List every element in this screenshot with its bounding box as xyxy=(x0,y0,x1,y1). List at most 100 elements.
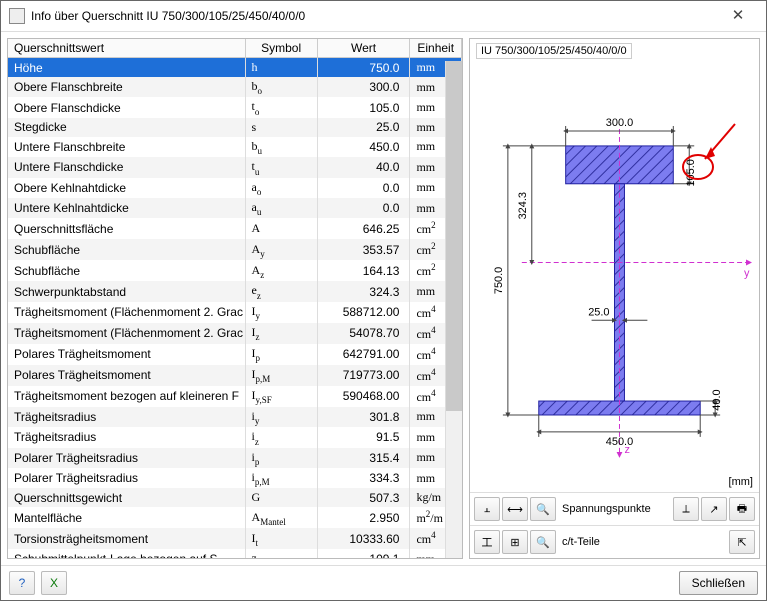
cell-value: 315.4 xyxy=(317,448,410,468)
cell-name: Trägheitsmoment (Flächenmoment 2. Grac xyxy=(8,302,245,323)
table-row[interactable]: QuerschnittsflächeA646.25cm2 xyxy=(8,218,462,239)
cell-name: Querschnittsgewicht xyxy=(8,488,245,507)
cell-name: Schubfläche xyxy=(8,260,245,281)
table-row[interactable]: SchubflächeAz164.13cm2 xyxy=(8,260,462,281)
cell-symbol: ip xyxy=(245,448,317,468)
table-row[interactable]: Trägheitsmoment bezogen auf kleineren FI… xyxy=(8,386,462,407)
cell-symbol: Ip xyxy=(245,344,317,365)
dim-bot-width: 450.0 xyxy=(606,436,633,448)
cell-value: 719773.00 xyxy=(317,365,410,386)
cell-name: Untere Kehlnahtdicke xyxy=(8,198,245,218)
close-icon[interactable]: ✕ xyxy=(718,1,758,31)
cell-name: Stegdicke xyxy=(8,118,245,137)
table-row[interactable]: Untere Kehlnahtdickeau0.0mm xyxy=(8,198,462,218)
table-row[interactable]: Polarer Trägheitsradiusip,M334.3mm xyxy=(8,468,462,488)
drawing-unit-label: [mm] xyxy=(729,476,753,488)
table-row[interactable]: Schwerpunktabstandez324.3mm xyxy=(8,281,462,301)
cell-value: 450.0 xyxy=(317,137,410,157)
scrollbar[interactable] xyxy=(445,61,462,558)
table-header-row: Querschnittswert Symbol Wert Einheit xyxy=(8,39,462,58)
cell-name: Polarer Trägheitsradius xyxy=(8,448,245,468)
cross-section-drawing: IU 750/300/105/25/450/40/0/0 [mm] xyxy=(470,39,759,492)
cell-value: 105.0 xyxy=(317,97,410,117)
table-row[interactable]: MantelflächeAMantel2.950m2/m xyxy=(8,507,462,528)
table-row[interactable]: Obere Kehlnahtdickeao0.0mm xyxy=(8,178,462,198)
col-header-name[interactable]: Querschnittswert xyxy=(8,39,245,58)
cell-name: Untere Flanschdicke xyxy=(8,157,245,177)
table-row[interactable]: SchubflächeAy353.57cm2 xyxy=(8,239,462,260)
dim-height: 750.0 xyxy=(493,267,505,294)
cell-symbol: tu xyxy=(245,157,317,177)
table-row[interactable]: Polares TrägheitsmomentIp,M719773.00cm4 xyxy=(8,365,462,386)
table-row[interactable]: Trägheitsradiusiz91.5mm xyxy=(8,427,462,447)
tool-section-icon[interactable]: ⫠ xyxy=(474,497,500,521)
cell-value: 301.8 xyxy=(317,407,410,427)
cell-name: Trägheitsradius xyxy=(8,407,245,427)
tool-parts-icon[interactable]: ⊞ xyxy=(502,530,528,554)
close-button[interactable]: Schließen xyxy=(679,571,758,595)
col-header-unit[interactable]: Einheit xyxy=(410,39,462,58)
cell-symbol: G xyxy=(245,488,317,507)
table-row[interactable]: Obere Flanschbreitebo300.0mm xyxy=(8,77,462,97)
cell-name: Mantelfläche xyxy=(8,507,245,528)
cell-value: 164.13 xyxy=(317,260,410,281)
properties-panel: Querschnittswert Symbol Wert Einheit Höh… xyxy=(7,38,463,559)
table-row[interactable]: QuerschnittsgewichtG507.3kg/m xyxy=(8,488,462,507)
help-icon: ? xyxy=(19,576,26,590)
dim-web: 25.0 xyxy=(588,306,609,318)
cell-symbol: h xyxy=(245,58,317,78)
section-svg: y z 300.0 105.0 xyxy=(470,39,759,492)
cell-symbol: iy xyxy=(245,407,317,427)
table-row[interactable]: Höheh750.0mm xyxy=(8,58,462,78)
tool-export-icon[interactable]: ⇱ xyxy=(729,530,755,554)
cell-name: Polares Trägheitsmoment xyxy=(8,344,245,365)
table-row[interactable]: Polarer Trägheitsradiusip315.4mm xyxy=(8,448,462,468)
cell-name: Untere Flanschbreite xyxy=(8,137,245,157)
cell-symbol: bu xyxy=(245,137,317,157)
cell-value: 300.0 xyxy=(317,77,410,97)
cell-name: Trägheitsradius xyxy=(8,427,245,447)
cell-value: 0.0 xyxy=(317,178,410,198)
cell-symbol: Iy xyxy=(245,302,317,323)
tool-zoom-icon[interactable]: 🔍 xyxy=(530,497,556,521)
cell-name: Schubmittelpunkt-Lage bezogen auf S xyxy=(8,549,245,558)
table-row[interactable]: TorsionsträgheitsmomentIt10333.60cm4 xyxy=(8,528,462,549)
dialog-window: Info über Querschnitt IU 750/300/105/25/… xyxy=(0,0,767,601)
table-row[interactable]: Polares TrägheitsmomentIp642791.00cm4 xyxy=(8,344,462,365)
cell-symbol: AMantel xyxy=(245,507,317,528)
cell-value: 507.3 xyxy=(317,488,410,507)
tool-ibeam-icon[interactable]: 工 xyxy=(474,530,500,554)
cell-symbol: Ay xyxy=(245,239,317,260)
cell-value: 590468.00 xyxy=(317,386,410,407)
cell-symbol: Iy,SF xyxy=(245,386,317,407)
toolbar-row-2: 工 ⊞ 🔍 c/t-Teile ⇱ xyxy=(470,525,759,558)
col-header-symbol[interactable]: Symbol xyxy=(245,39,317,58)
scrollbar-thumb[interactable] xyxy=(446,61,462,411)
tool-3d-icon[interactable]: ⟂ xyxy=(673,497,699,521)
cell-symbol: ez xyxy=(245,281,317,301)
col-header-value[interactable]: Wert xyxy=(317,39,410,58)
table-row[interactable]: Trägheitsmoment (Flächenmoment 2. GracIz… xyxy=(8,323,462,344)
table-row[interactable]: Untere Flanschdicketu40.0mm xyxy=(8,157,462,177)
table-row[interactable]: Schubmittelpunkt-Lage bezogen auf SzM109… xyxy=(8,549,462,558)
excel-export-button[interactable]: X xyxy=(41,571,67,595)
cell-name: Obere Kehlnahtdicke xyxy=(8,178,245,198)
cell-symbol: bo xyxy=(245,77,317,97)
dialog-footer: ? X Schließen xyxy=(1,565,766,600)
table-row[interactable]: Stegdickes25.0mm xyxy=(8,118,462,137)
tool-zoom2-icon[interactable]: 🔍 xyxy=(530,530,556,554)
table-row[interactable]: Trägheitsmoment (Flächenmoment 2. GracIy… xyxy=(8,302,462,323)
tool-axis-icon[interactable]: ↗ xyxy=(701,497,727,521)
cell-value: 588712.00 xyxy=(317,302,410,323)
cell-value: 642791.00 xyxy=(317,344,410,365)
table-row[interactable]: Obere Flanschdicketo105.0mm xyxy=(8,97,462,117)
help-button[interactable]: ? xyxy=(9,571,35,595)
toolbar-label-stress: Spannungspunkte xyxy=(562,503,651,515)
cell-symbol: iz xyxy=(245,427,317,447)
table-row[interactable]: Trägheitsradiusiy301.8mm xyxy=(8,407,462,427)
tool-dim-icon[interactable]: ⟷ xyxy=(502,497,528,521)
table-row[interactable]: Untere Flanschbreitebu450.0mm xyxy=(8,137,462,157)
cell-symbol: au xyxy=(245,198,317,218)
cell-value: 91.5 xyxy=(317,427,410,447)
tool-print-icon[interactable]: 🖶 xyxy=(729,497,755,521)
